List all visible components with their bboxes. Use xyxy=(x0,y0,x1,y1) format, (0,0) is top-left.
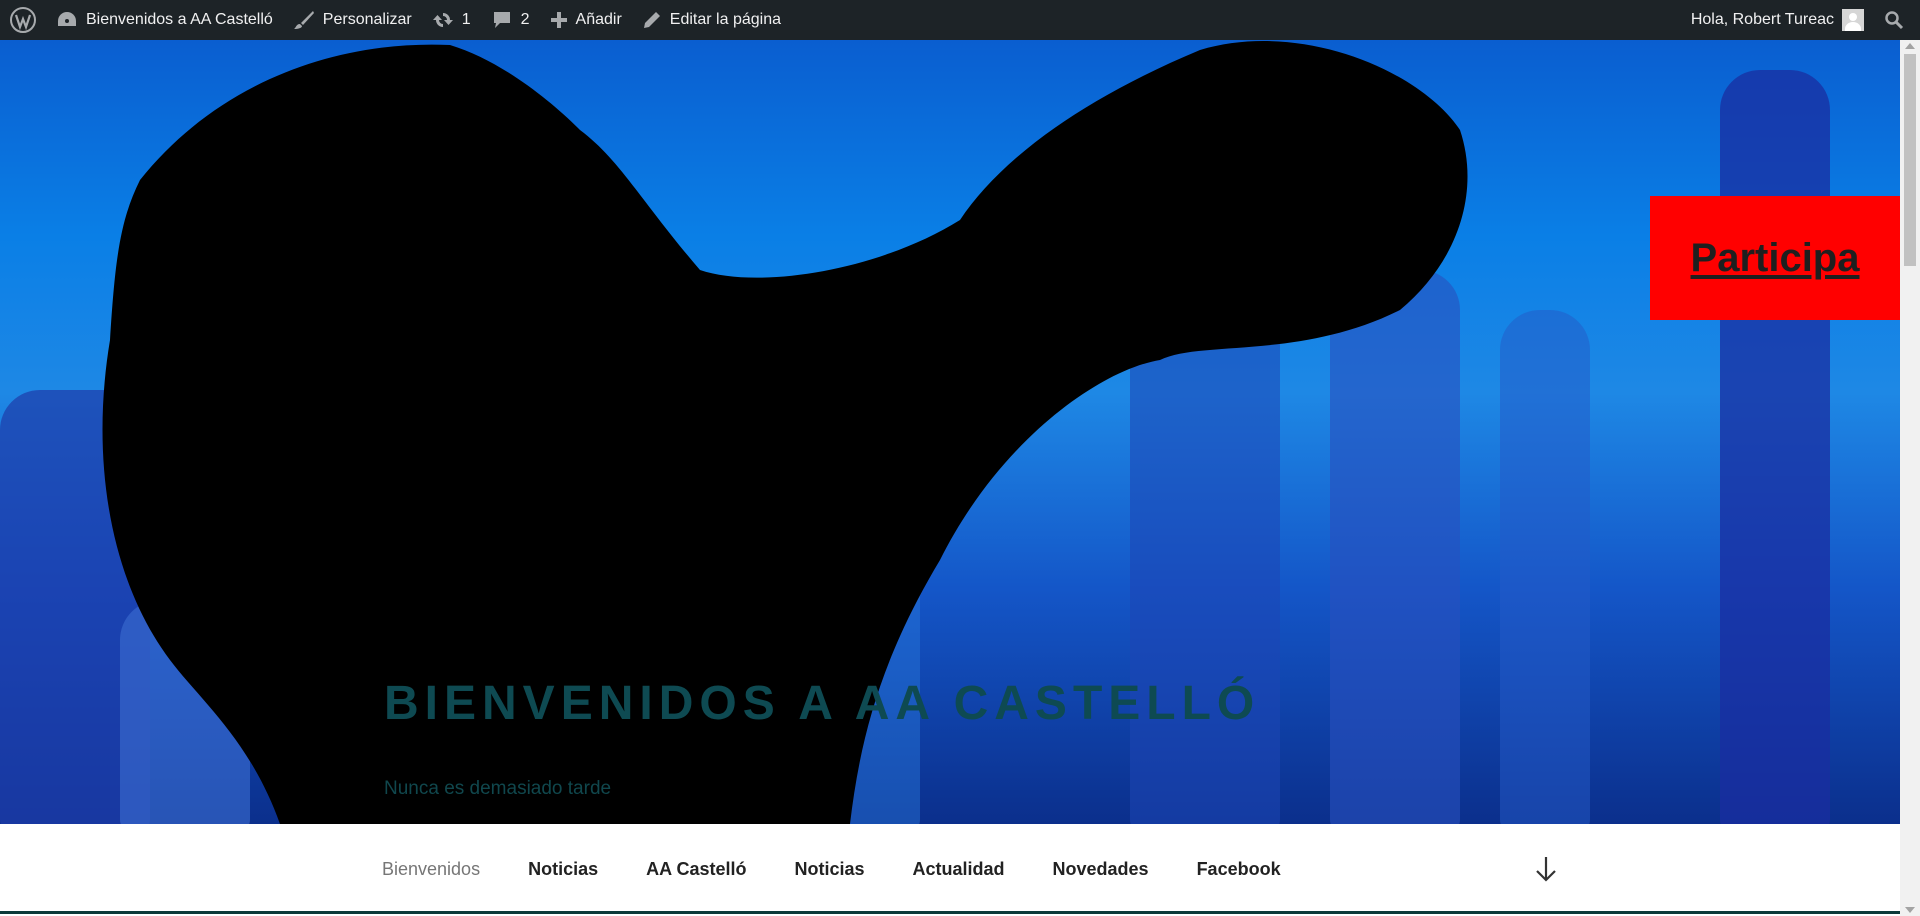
user-account-menu[interactable]: Hola, Robert Tureac xyxy=(1681,0,1874,40)
comments-count: 2 xyxy=(520,11,530,28)
nav-item-bienvenidos[interactable]: Bienvenidos xyxy=(382,859,480,880)
site-name-label: Bienvenidos a AA Castelló xyxy=(86,11,273,28)
scroll-down-arrow-icon[interactable] xyxy=(1905,907,1915,913)
nav-item-actualidad[interactable]: Actualidad xyxy=(913,859,1005,880)
page-scrollbar[interactable] xyxy=(1900,40,1920,916)
dashboard-icon xyxy=(58,12,76,26)
nav-item-facebook[interactable]: Facebook xyxy=(1197,859,1281,880)
plus-icon xyxy=(550,12,567,28)
comments-icon xyxy=(493,12,510,28)
pencil-icon xyxy=(643,12,660,28)
arrow-down-icon[interactable] xyxy=(1534,854,1558,884)
nav-item-aa-castello[interactable]: AA Castelló xyxy=(646,859,746,880)
scrollbar-thumb[interactable] xyxy=(1904,54,1916,266)
site-name-menu[interactable]: Bienvenidos a AA Castelló xyxy=(46,0,283,40)
header-hero-image: Bienvenidos a AA Castelló Nunca es demas… xyxy=(0,40,1900,824)
participa-link[interactable]: Participa xyxy=(1691,236,1860,281)
scroll-up-arrow-icon[interactable] xyxy=(1905,43,1915,49)
new-content-menu[interactable]: Añadir xyxy=(540,0,632,40)
customize-link[interactable]: Personalizar xyxy=(283,0,422,40)
updates-link[interactable]: 1 xyxy=(422,0,481,40)
admin-bar: Bienvenidos a AA Castelló Personalizar 1… xyxy=(0,0,1920,40)
nav-item-noticias[interactable]: Noticias xyxy=(528,859,598,880)
brush-icon xyxy=(293,11,314,29)
nav-item-novedades[interactable]: Novedades xyxy=(1053,859,1149,880)
comments-link[interactable]: 2 xyxy=(481,0,540,40)
site-title[interactable]: Bienvenidos a AA Castelló xyxy=(384,676,1260,731)
new-label: Añadir xyxy=(575,11,622,28)
nav-item-noticias-2[interactable]: Noticias xyxy=(794,859,864,880)
avatar xyxy=(1842,9,1864,31)
nav-menu: Bienvenidos Noticias AA Castelló Noticia… xyxy=(382,824,1329,914)
main-navigation: Bienvenidos Noticias AA Castelló Noticia… xyxy=(0,824,1900,914)
search-icon xyxy=(1885,11,1904,30)
wordpress-logo-icon xyxy=(10,7,36,33)
site-tagline: Nunca es demasiado tarde xyxy=(384,778,612,799)
edit-page-link[interactable]: Editar la página xyxy=(632,0,791,40)
participa-banner: Participa xyxy=(1650,196,1900,320)
updates-count: 1 xyxy=(461,11,471,28)
updates-icon xyxy=(432,13,453,27)
user-greeting: Hola, Robert Tureac xyxy=(1690,11,1834,28)
edit-page-label: Editar la página xyxy=(669,11,781,28)
customize-label: Personalizar xyxy=(322,11,412,28)
search-button[interactable] xyxy=(1874,0,1920,40)
wordpress-menu[interactable] xyxy=(0,0,46,40)
